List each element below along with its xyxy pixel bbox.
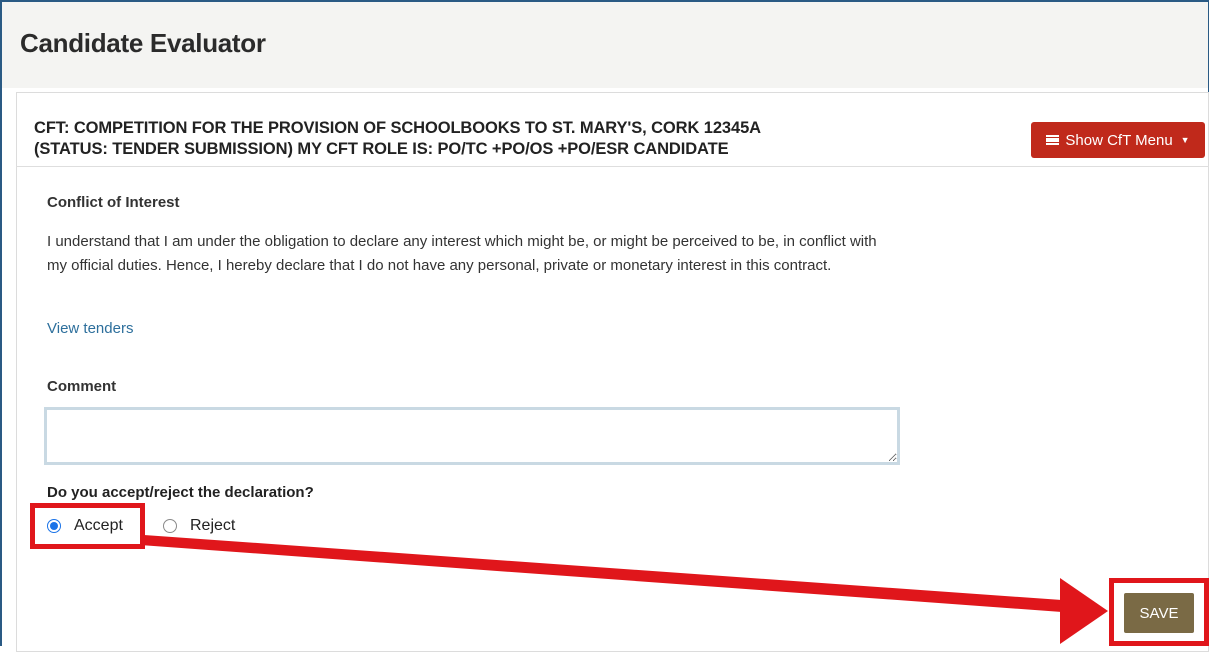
list-icon bbox=[1046, 135, 1060, 145]
declaration-text: I understand that I am under the obligat… bbox=[47, 233, 877, 274]
view-tenders-link[interactable]: View tenders bbox=[47, 320, 133, 337]
caret-down-icon: ▼ bbox=[1180, 135, 1190, 145]
app-header: Candidate Evaluator bbox=[2, 2, 1208, 88]
comment-textarea[interactable] bbox=[44, 407, 900, 465]
page-title: Candidate Evaluator bbox=[20, 28, 266, 58]
menu-button-label: Show CfT Menu bbox=[1065, 131, 1173, 149]
header-divider bbox=[16, 166, 1209, 167]
reject-label: Reject bbox=[190, 517, 236, 534]
conflict-of-interest-heading: Conflict of Interest bbox=[47, 194, 180, 211]
cft-title-line-2: (STATUS: TENDER SUBMISSION) MY CFT ROLE … bbox=[34, 140, 729, 158]
show-cft-menu-button[interactable]: Show CfT Menu ▼ bbox=[1031, 122, 1205, 158]
save-highlight-box bbox=[1109, 578, 1209, 646]
comment-label: Comment bbox=[47, 378, 117, 395]
reject-radio[interactable] bbox=[163, 519, 177, 533]
decision-question: Do you accept/reject the declaration? bbox=[47, 484, 314, 501]
cft-title: CFT: COMPETITION FOR THE PROVISION OF SC… bbox=[34, 118, 994, 160]
evaluation-card bbox=[16, 92, 1209, 652]
accept-highlight-box bbox=[30, 503, 145, 549]
reject-radio-option[interactable]: Reject bbox=[163, 517, 235, 535]
cft-title-line-1: CFT: COMPETITION FOR THE PROVISION OF SC… bbox=[34, 119, 761, 137]
